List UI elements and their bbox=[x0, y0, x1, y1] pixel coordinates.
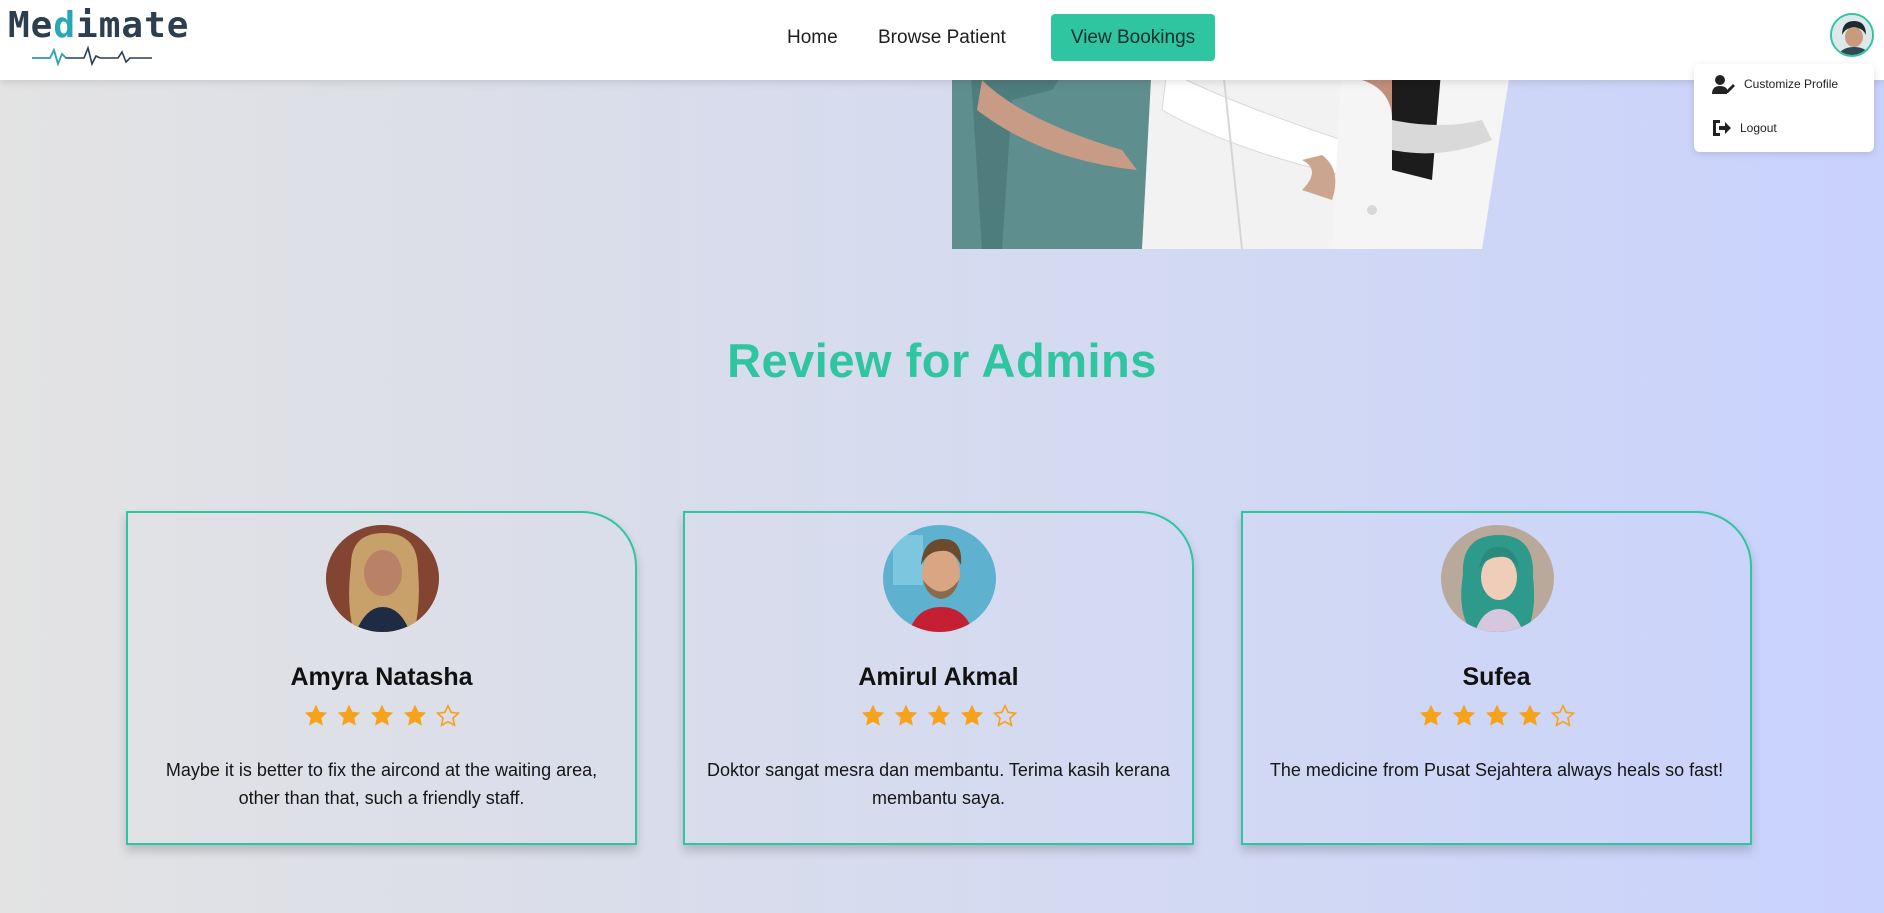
nav-browse-patient-link[interactable]: Browse Patient bbox=[878, 14, 1006, 61]
star-filled-icon bbox=[1452, 704, 1475, 726]
logo-wordmark: Medimate bbox=[8, 5, 190, 46]
logout-icon bbox=[1713, 120, 1731, 136]
review-card: Amyra Natasha Maybe it is better to fix … bbox=[126, 511, 637, 845]
star-filled-icon bbox=[960, 704, 983, 726]
user-avatar-button[interactable] bbox=[1830, 13, 1874, 57]
user-edit-icon bbox=[1712, 75, 1735, 94]
logout-label: Logout bbox=[1740, 121, 1777, 135]
star-empty-icon bbox=[992, 703, 1017, 727]
reviewer-name: Amyra Natasha bbox=[290, 663, 473, 691]
reviewer-avatar bbox=[883, 525, 996, 632]
doctors-hero-image bbox=[922, 60, 1668, 249]
customize-profile-menu-item[interactable]: Customize Profile bbox=[1712, 74, 1838, 94]
customize-profile-label: Customize Profile bbox=[1744, 77, 1839, 91]
reviewer-name: Sufea bbox=[1462, 663, 1531, 691]
logout-menu-item[interactable]: Logout bbox=[1712, 119, 1777, 137]
review-card: Amirul Akmal Doktor sangat mesra dan mem… bbox=[683, 511, 1194, 845]
reviewer-name: Amirul Akmal bbox=[858, 663, 1019, 691]
star-empty-icon bbox=[1550, 703, 1575, 727]
review-text: The medicine from Pusat Sejahtera always… bbox=[1269, 760, 1724, 780]
view-bookings-button[interactable]: View Bookings bbox=[1051, 14, 1215, 61]
star-filled-icon bbox=[894, 704, 917, 726]
star-filled-icon bbox=[1485, 704, 1508, 726]
star-filled-icon bbox=[370, 704, 393, 726]
review-text: Doktor sangat mesra dan membantu. Terima… bbox=[707, 760, 1170, 808]
review-card: Sufea The medicine from Pusat Sejahtera … bbox=[1241, 511, 1752, 845]
star-rating bbox=[1243, 703, 1750, 729]
star-filled-icon bbox=[304, 704, 327, 726]
star-filled-icon bbox=[1518, 704, 1541, 726]
star-rating bbox=[128, 703, 635, 729]
user-avatar-image bbox=[1832, 15, 1872, 55]
review-text: Maybe it is better to fix the aircond at… bbox=[165, 760, 598, 808]
reviewer-avatar bbox=[326, 525, 439, 632]
star-filled-icon bbox=[861, 704, 884, 726]
review-section-title: Review for Admins bbox=[727, 334, 1157, 387]
star-filled-icon bbox=[1419, 704, 1442, 726]
star-empty-icon bbox=[435, 703, 460, 727]
star-filled-icon bbox=[927, 704, 950, 726]
star-filled-icon bbox=[337, 704, 360, 726]
star-filled-icon bbox=[403, 704, 426, 726]
star-rating bbox=[685, 703, 1192, 729]
heartbeat-icon bbox=[32, 45, 152, 66]
nav-home-link[interactable]: Home bbox=[787, 14, 838, 61]
reviewer-avatar bbox=[1441, 525, 1554, 632]
top-navbar: Medimate Home Browse Patient View Bookin… bbox=[0, 0, 1884, 80]
medimate-logo[interactable]: Medimate bbox=[8, 5, 190, 66]
profile-dropdown-menu: Customize Profile Logout bbox=[1694, 64, 1874, 152]
